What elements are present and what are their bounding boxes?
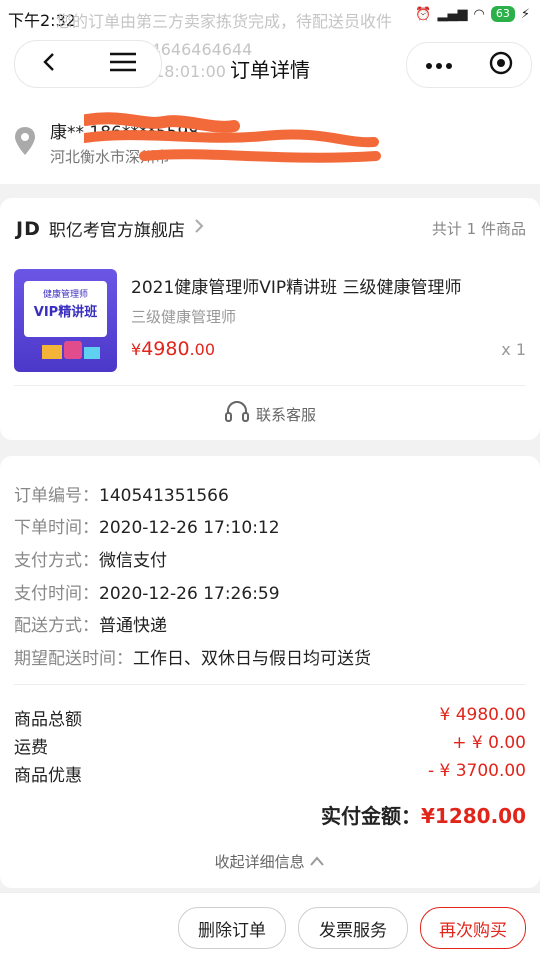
shop-name: 职亿考官方旗舰店: [48, 221, 185, 241]
product-thumbnail[interactable]: 健康管理师 VIP精讲班: [14, 269, 117, 372]
item-count: 共计 1 件商品: [431, 220, 526, 238]
contact-service-label: 联系客服: [255, 405, 316, 424]
product-quantity: x 1: [501, 340, 526, 359]
order-info-row: 配送方式：普通快递: [14, 616, 167, 636]
rebuy-button[interactable]: 再次购买: [420, 907, 526, 949]
collapse-label: 收起详细信息: [214, 853, 305, 871]
delete-order-button[interactable]: 删除订单: [178, 907, 286, 949]
jd-logo: JD: [16, 217, 41, 240]
order-info-row: 支付时间：2020-12-26 17:26:59: [14, 584, 280, 604]
cost-row-subtotal: 商品总额 ¥ 4980.00: [14, 705, 526, 730]
shop-header[interactable]: JD 职亿考官方旗舰店: [16, 216, 205, 241]
order-info-row: 下单时间：2020-12-26 17:10:12: [14, 518, 280, 538]
more-icon[interactable]: [425, 56, 453, 75]
paid-amount: 实付金额：¥1280.00: [321, 800, 526, 829]
invoice-service-button[interactable]: 发票服务: [298, 907, 408, 949]
price-symbol: ¥: [131, 340, 142, 359]
price-decimal: .00: [189, 340, 215, 359]
price-integer: 4980: [141, 338, 190, 360]
collapse-details-toggle[interactable]: 收起详细信息: [0, 851, 540, 872]
headset-icon: [224, 400, 250, 428]
cost-row-shipping: 运费 + ¥ 0.00: [14, 733, 526, 758]
close-target-icon[interactable]: [488, 50, 514, 80]
location-pin-icon: [14, 126, 36, 160]
product-spec: 三级健康管理师: [131, 308, 237, 326]
paid-value: ¥1280.00: [420, 804, 526, 828]
thumbnail-label-2: VIP精讲班: [33, 305, 98, 320]
cost-row-discount: 商品优惠 - ¥ 3700.00: [14, 761, 526, 786]
mini-program-capsule: [406, 42, 532, 88]
battery-icon: 63: [490, 6, 515, 22]
product-name[interactable]: 2021健康管理师VIP精讲班 三级健康管理师: [131, 273, 462, 298]
charging-icon: ⚡: [520, 6, 530, 22]
order-info-row: 订单编号：140541351566: [14, 486, 229, 506]
contact-service-button[interactable]: 联系客服: [0, 400, 540, 428]
order-info-row: 期望配送时间：工作日、双休日与假日均可送货: [14, 649, 371, 669]
wifi-icon: ◠: [473, 6, 485, 22]
chevron-up-icon: [309, 853, 325, 871]
redaction-scribble: [84, 112, 381, 163]
chevron-right-icon: [193, 218, 205, 239]
signal-icon: ▂▄▆: [437, 6, 468, 22]
divider: [14, 385, 526, 386]
status-icons: ⏰ ▂▄▆ ◠ 63 ⚡: [415, 6, 530, 22]
ghost-banner-line1: 您的订单由第三方卖家拣货完成，待配送员收件: [56, 12, 393, 31]
paid-label: 实付金额：: [320, 804, 421, 828]
product-price: ¥4980.00: [131, 338, 215, 360]
divider: [14, 684, 526, 685]
alarm-icon: ⏰: [415, 6, 432, 22]
order-info-row: 支付方式：微信支付: [14, 551, 167, 571]
thumbnail-label-1: 健康管理师: [42, 290, 88, 300]
